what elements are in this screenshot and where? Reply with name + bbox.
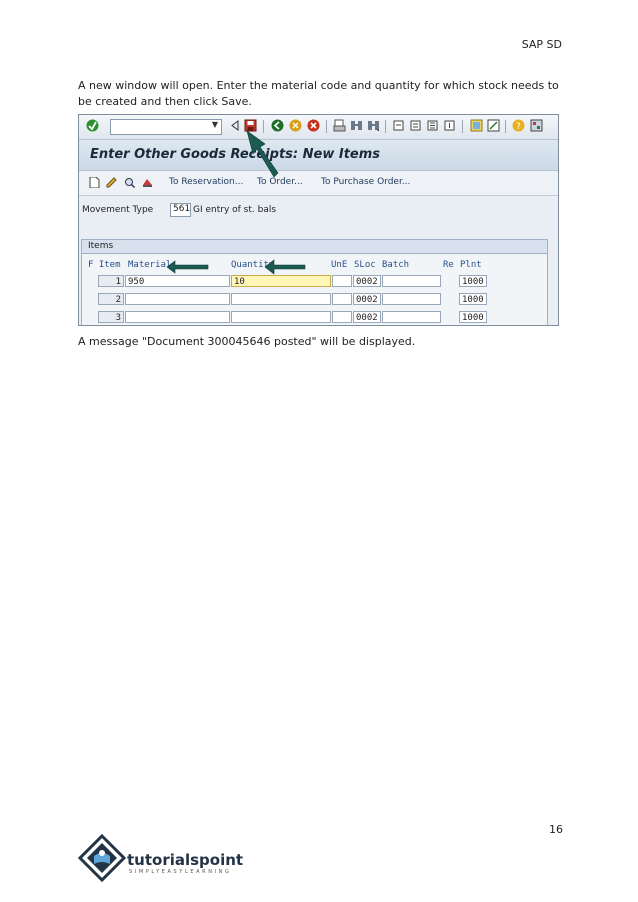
arrow-to-material: [166, 260, 209, 274]
tutorialspoint-logo: tutorialspoint SIMPLYEASYLEARNING: [78, 834, 258, 884]
page-number: 16: [549, 823, 563, 836]
closing-paragraph: A message "Document 300045646 posted" wi…: [78, 335, 416, 348]
annotation-arrows: [166, 130, 306, 275]
sap-screenshot: ▼ ? Enter Other Goods Receipts: New Item…: [78, 114, 559, 326]
running-header: SAP SD: [521, 38, 562, 51]
logo-wordmark: tutorialspoint: [127, 851, 244, 869]
logo-emblem-icon: [78, 834, 126, 882]
intro-paragraph: A new window will open. Enter the materi…: [78, 79, 559, 108]
arrow-to-quantity: [264, 259, 306, 275]
arrow-to-save: [246, 130, 279, 178]
logo-tagline: SIMPLYEASYLEARNING: [129, 869, 232, 875]
